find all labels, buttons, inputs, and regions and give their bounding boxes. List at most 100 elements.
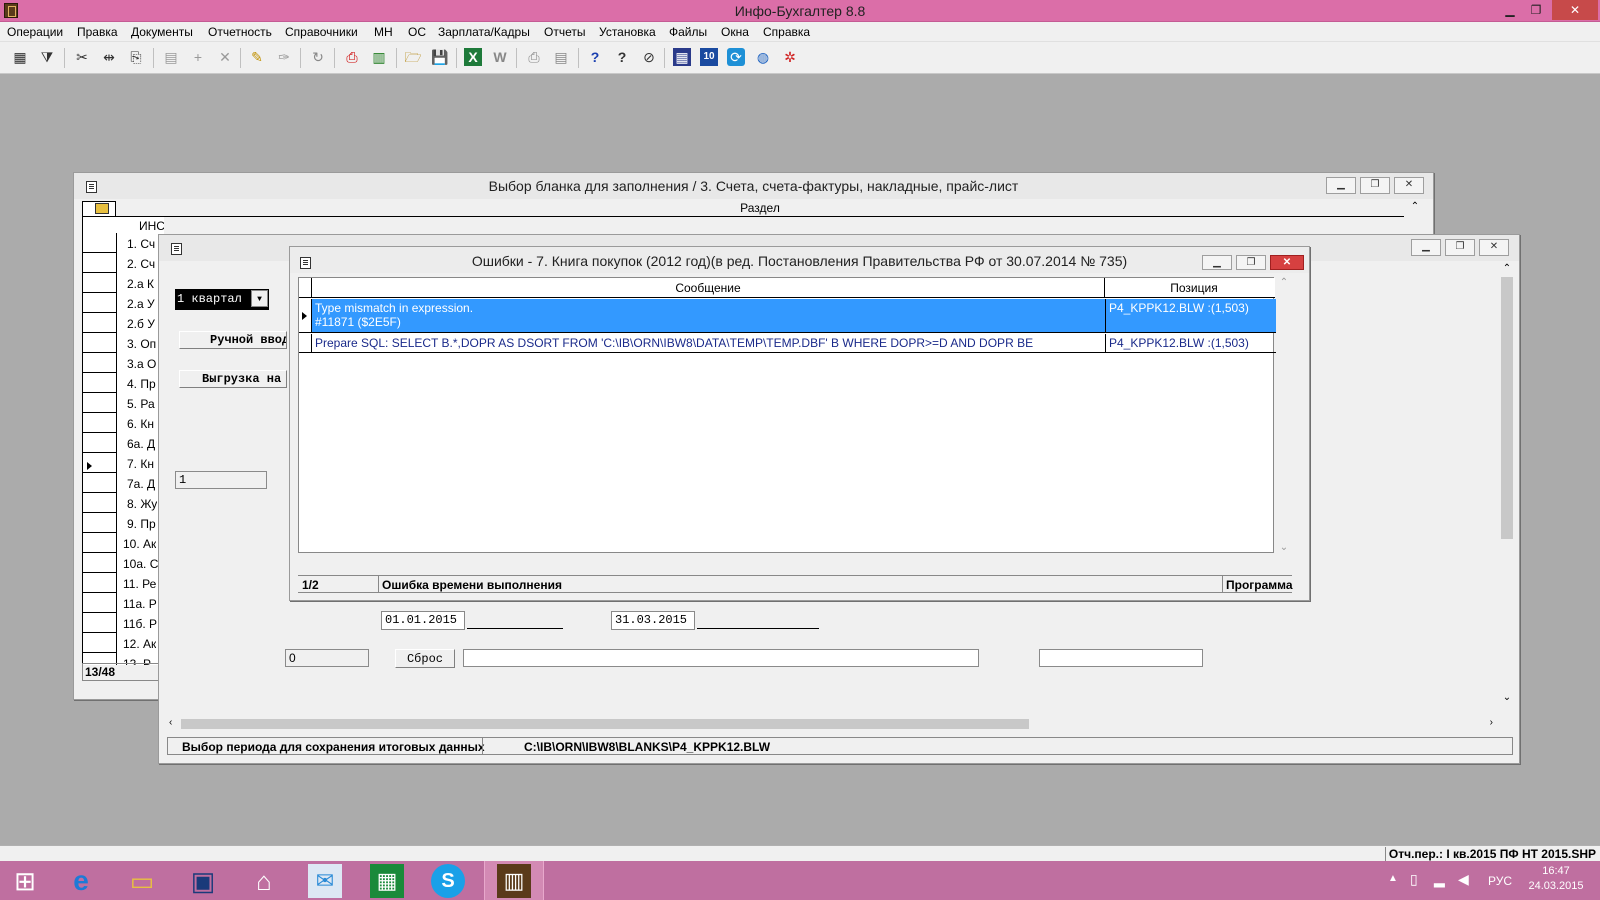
vertical-scrollbar[interactable]: ⌃ ⌄ [1276,277,1292,553]
menu-windows[interactable]: Окна [721,25,749,39]
list-item[interactable]: 5. Ра [127,397,155,411]
minimize-button[interactable]: ▁ [1498,0,1522,20]
excel-icon[interactable]: X [464,48,482,66]
scroll-thumb[interactable] [1501,277,1513,539]
print-icon[interactable]: ⎙ [525,48,543,66]
list-item-selected[interactable]: 7. Кн [127,457,154,471]
menu-mn[interactable]: МН [374,25,393,39]
table-row-selected[interactable]: Type mismatch in expression. #11871 ($2E… [311,299,1105,333]
minimize-button[interactable]: ▁ [1326,177,1356,194]
list-item[interactable]: 9. Пр [127,517,156,531]
menu-operations[interactable]: Операции [7,25,63,39]
list-item[interactable]: 3. Оп [127,337,156,351]
manual-input-button[interactable]: Ручной ввод [179,331,287,349]
list-item[interactable]: 1. Сч [127,237,155,251]
minimize-button[interactable]: ▁ [1411,239,1441,256]
list-item[interactable]: 11а. Р [123,597,157,611]
restore-button[interactable]: ❐ [1236,255,1266,270]
explorer-icon[interactable]: ▭ [125,864,159,898]
scroll-up-icon[interactable]: ⌃ [1407,201,1423,221]
date-from-field[interactable]: 01.01.2015 [381,611,465,630]
list-item[interactable]: 11. Ре [123,577,156,591]
menu-references[interactable]: Справочники [285,25,358,39]
minimize-button[interactable]: ▁ [1202,255,1232,270]
pdf-icon[interactable]: ⎙ [343,48,361,66]
infobuh-icon[interactable]: ▥ [497,864,531,898]
scroll-up-icon[interactable]: ⌃ [1499,263,1515,274]
store-icon[interactable]: ▦ [370,864,404,898]
tray-expand-icon[interactable]: ▲ [1388,873,1398,884]
close-button[interactable]: ✕ [1394,177,1424,194]
menu-files[interactable]: Файлы [669,25,707,39]
network-icon[interactable]: ✲ [781,48,799,66]
ie-icon[interactable]: e [64,864,98,898]
store-bag-icon[interactable]: ✉ [308,864,342,898]
chevron-down-icon[interactable]: ▼ [251,290,268,307]
add-icon[interactable]: + [189,48,207,66]
section-column-header[interactable]: Раздел [116,201,1404,217]
close-button[interactable]: ✕ [1552,0,1598,20]
error-position-cell[interactable]: P4_KPPK12.BLW :(1,503) [1105,334,1277,353]
zero-field[interactable]: 0 [285,649,369,667]
list-item[interactable]: 12. Ак [123,637,156,651]
move-icon[interactable]: ⇹ [100,48,118,66]
taskbar-active-app[interactable]: ▥ [484,861,544,900]
delete-icon[interactable]: ✕ [216,48,234,66]
text-field-2[interactable] [1039,649,1203,667]
help-icon[interactable]: ? [586,48,604,66]
date-to-field[interactable]: 31.03.2015 [611,611,695,630]
apps-icon[interactable]: ▦ [673,48,691,66]
vertical-scrollbar[interactable]: ⌃ ⌄ [1499,263,1515,703]
pencil-icon[interactable]: ✎ [248,48,266,66]
grid-icon[interactable]: ▦ [11,48,29,66]
globe-icon[interactable]: ◍ [754,48,772,66]
list-item[interactable]: 4. Пр [127,377,156,391]
list-item[interactable]: 6а. Д [127,437,155,451]
scroll-thumb[interactable] [181,719,1029,729]
scroll-down-icon[interactable]: ⌄ [1276,542,1292,553]
clock[interactable]: 16:47 24.03.2015 [1528,865,1584,892]
ib10-icon[interactable]: 10 [700,48,718,66]
text-field-1[interactable] [463,649,979,667]
filter-icon[interactable]: ⧩ [38,48,56,66]
signal-icon[interactable]: ▂ [1434,871,1445,888]
column-header-position[interactable]: Позиция [1105,278,1283,298]
list-item[interactable]: 11б. Р [123,617,157,631]
menu-settings[interactable]: Установка [599,25,656,39]
list-item[interactable]: 10. Ак [123,537,156,551]
list-item[interactable]: 2.а К [127,277,154,291]
refresh-icon[interactable]: ↻ [309,48,327,66]
menu-edit[interactable]: Правка [77,25,118,39]
save-icon[interactable]: 💾 [431,48,449,66]
open-folder-icon[interactable]: 🗁 [404,48,422,66]
calculator-icon[interactable]: ▥ [370,48,388,66]
period-select[interactable]: 1 квартал ▼ [175,289,269,310]
lenovo-icon[interactable]: ▣ [186,864,220,898]
preview-icon[interactable]: ▤ [552,48,570,66]
list-item[interactable]: 10а. С [123,557,158,571]
brush-icon[interactable]: ✑ [275,48,293,66]
scroll-right-icon[interactable]: › [1490,717,1493,728]
restore-button[interactable]: ❐ [1360,177,1390,194]
restore-button[interactable]: ❐ [1524,0,1548,20]
home-icon[interactable]: ⌂ [247,864,281,898]
teamviewer-icon[interactable]: ⟳ [727,48,745,66]
column-header-message[interactable]: Сообщение [311,278,1105,298]
menu-documents[interactable]: Документы [131,25,193,39]
menu-reports[interactable]: Отчеты [544,25,585,39]
list-item[interactable]: 6. Кн [127,417,154,431]
reset-button[interactable]: Сброс [395,649,455,668]
list-item[interactable]: 3.а О [127,357,156,371]
scroll-down-icon[interactable]: ⌄ [1499,692,1515,703]
scroll-up-icon[interactable]: ⌃ [1276,277,1292,288]
list-item[interactable]: 8. Жу [127,497,157,511]
menu-salary[interactable]: Зарплата/Кадры [438,25,530,39]
list-item[interactable]: 2.б У [127,317,155,331]
word-icon[interactable]: W [491,48,509,66]
whats-this-icon[interactable]: ? [613,48,631,66]
upload-button[interactable]: Выгрузка на [179,370,287,388]
calc-icon[interactable]: ▤ [162,48,180,66]
cut-icon[interactable]: ✂ [73,48,91,66]
horizontal-scrollbar[interactable]: ‹ › [167,717,1501,731]
compass-icon[interactable]: ⊘ [640,48,658,66]
